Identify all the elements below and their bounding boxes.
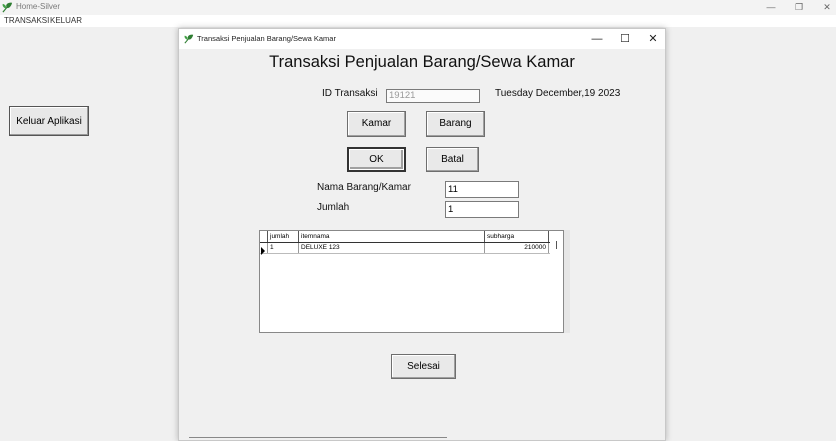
main-title-bar: Home-Silver — ❐ ✕	[0, 0, 836, 15]
grid-corner	[260, 231, 268, 242]
jumlah-field[interactable]: 1	[445, 201, 519, 218]
dialog-title: Transaksi Penjualan Barang/Sewa Kamar	[197, 34, 336, 43]
date-label: Tuesday December,19 2023	[495, 88, 621, 99]
batal-button[interactable]: Batal	[426, 147, 479, 172]
dialog-title-bar: Transaksi Penjualan Barang/Sewa Kamar — …	[179, 29, 665, 49]
id-transaksi-field[interactable]: 19121	[386, 89, 480, 103]
app-leaf-icon	[2, 2, 13, 13]
kamar-button[interactable]: Kamar	[347, 111, 406, 137]
nama-barang-kamar-label: Nama Barang/Kamar	[317, 182, 411, 193]
id-transaksi-label: ID Transaksi	[322, 88, 378, 99]
column-header-itemnama[interactable]: itemnama	[299, 231, 485, 242]
minimize-button[interactable]: —	[762, 1, 780, 13]
items-data-grid[interactable]: jumlah itemnama subharga 1 DELUXE 123 21…	[259, 230, 564, 333]
close-button[interactable]: ✕	[818, 1, 836, 13]
dialog-horizontal-scrollbar[interactable]	[189, 437, 447, 438]
cell-itemnama[interactable]: DELUXE 123	[299, 243, 485, 253]
cell-subharga[interactable]: 210000	[485, 243, 549, 253]
table-row[interactable]: 1 DELUXE 123 210000	[260, 243, 550, 255]
grid-scrollbar[interactable]	[556, 241, 557, 249]
dialog-minimize-button[interactable]: —	[587, 31, 607, 47]
exit-app-button[interactable]: Keluar Aplikasi	[9, 106, 89, 136]
barang-button[interactable]: Barang	[426, 111, 485, 137]
column-header-subharga[interactable]: subharga	[485, 231, 549, 242]
dialog-maximize-button[interactable]: ☐	[615, 31, 635, 47]
restore-button[interactable]: ❐	[790, 1, 808, 13]
menu-bar: TRANSAKSI KELUAR	[0, 15, 836, 27]
transaction-dialog: Transaksi Penjualan Barang/Sewa Kamar — …	[178, 28, 666, 441]
jumlah-label: Jumlah	[317, 202, 350, 213]
selesai-button[interactable]: Selesai	[391, 354, 456, 379]
nama-barang-kamar-field[interactable]: 11	[445, 181, 519, 198]
main-window-title: Home-Silver	[16, 2, 61, 11]
menu-transaksi[interactable]: TRANSAKSI	[4, 16, 49, 25]
grid-edge	[564, 230, 570, 333]
grid-header: jumlah itemnama subharga	[260, 231, 550, 243]
ok-button[interactable]: OK	[347, 147, 406, 172]
menu-keluar[interactable]: KELUAR	[50, 16, 82, 25]
dialog-leaf-icon	[184, 34, 194, 44]
dialog-heading: Transaksi Penjualan Barang/Sewa Kamar	[269, 53, 575, 71]
current-row-indicator-icon	[260, 243, 268, 255]
dialog-close-button[interactable]: ✕	[643, 31, 663, 47]
cell-jumlah[interactable]: 1	[268, 243, 299, 253]
column-header-jumlah[interactable]: jumlah	[268, 231, 299, 242]
